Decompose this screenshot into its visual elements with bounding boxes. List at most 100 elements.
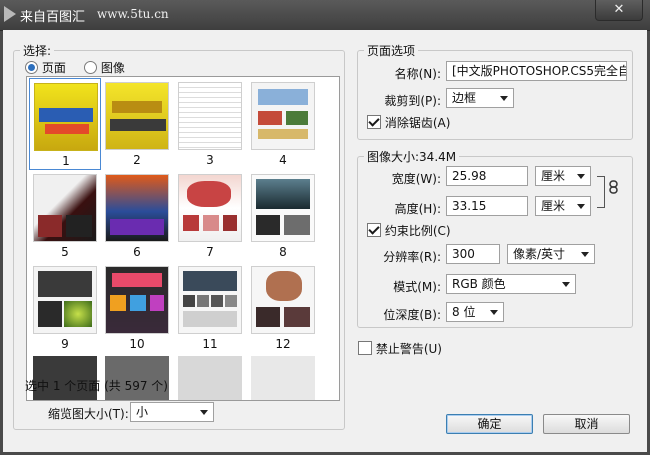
chevron-down-icon xyxy=(577,174,585,179)
image-size-legend: 图像大小:34.4M xyxy=(367,150,457,164)
thumbnail-number: 7 xyxy=(206,245,214,259)
page-options-legend: 页面选项 xyxy=(367,44,416,58)
thumbnail-grid[interactable]: 1 2 3 4 5 6 7 8 9 10 11 12 xyxy=(26,76,340,401)
page-thumbnail-image xyxy=(178,82,242,150)
thumbnail-number: 3 xyxy=(206,153,214,167)
mode-label: 模式(M): xyxy=(393,280,441,294)
suppress-warnings-check-indicator[interactable] xyxy=(358,341,372,355)
page-thumbnail-image xyxy=(105,82,169,150)
chevron-down-icon xyxy=(500,96,508,101)
thumbnail-page-1[interactable]: 1 xyxy=(29,78,101,170)
thumbnail-partial xyxy=(178,356,242,400)
app-icon xyxy=(4,6,16,22)
thumbnail-page-8[interactable]: 8 xyxy=(247,170,319,262)
thumbnail-partial xyxy=(251,356,315,400)
thumbnail-page-9[interactable]: 9 xyxy=(29,262,101,354)
thumbnail-number: 5 xyxy=(61,245,69,259)
page-thumbnail-image xyxy=(178,266,242,334)
suppress-warnings-checkbox[interactable]: 禁止警告(U) xyxy=(358,340,442,357)
page-thumbnail-image xyxy=(251,266,315,334)
height-unit-select[interactable]: 厘米 xyxy=(535,196,591,216)
chevron-down-icon xyxy=(200,410,208,415)
name-field[interactable]: [中文版PHOTOSHOP.CS5完全自学 xyxy=(446,61,627,81)
watermark-text: www.5tu.cn xyxy=(97,7,169,21)
cancel-button[interactable]: 取消 xyxy=(543,414,630,434)
crop-value: 边框 xyxy=(452,91,477,105)
thumbnail-number: 11 xyxy=(202,337,218,351)
height-field[interactable]: 33.15 xyxy=(446,196,528,216)
constrain-check-indicator[interactable] xyxy=(367,223,381,237)
close-button[interactable]: ✕ xyxy=(595,0,643,21)
depth-value: 8 位 xyxy=(452,305,476,319)
resolution-unit-value: 像素/英寸 xyxy=(513,247,566,261)
link-bracket xyxy=(597,176,605,208)
resolution-field[interactable]: 300 xyxy=(446,244,500,264)
chevron-down-icon xyxy=(577,204,585,209)
resolution-label: 分辨率(R): xyxy=(383,250,441,264)
window-title: 来自百图汇 xyxy=(20,10,86,25)
dialog-body: 选择: 页面 图像 1 2 3 4 5 6 7 8 9 10 11 12 选中 … xyxy=(3,30,647,452)
constrain-checkbox[interactable]: 约束比例(C) xyxy=(367,222,451,239)
thumbnail-page-5[interactable]: 5 xyxy=(29,170,101,262)
depth-label: 位深度(B): xyxy=(383,308,441,322)
radio-pages-indicator[interactable] xyxy=(25,61,38,74)
antialias-check-indicator[interactable] xyxy=(367,115,381,129)
thumbnail-number: 10 xyxy=(129,337,145,351)
radio-images-indicator[interactable] xyxy=(84,61,97,74)
thumbnail-number: 9 xyxy=(61,337,69,351)
thumbnail-page-10[interactable]: 10 xyxy=(101,262,173,354)
width-field[interactable]: 25.98 xyxy=(446,166,528,186)
chain-link-icon xyxy=(609,180,618,194)
mode-select[interactable]: RGB 颜色 xyxy=(446,274,576,294)
width-label: 宽度(W): xyxy=(391,172,441,186)
thumb-size-value: 小 xyxy=(136,405,149,419)
thumbnail-number: 4 xyxy=(279,153,287,167)
radio-images-label: 图像 xyxy=(100,61,125,75)
page-thumbnail-image xyxy=(251,174,315,242)
thumbnail-page-6[interactable]: 6 xyxy=(101,170,173,262)
thumbnail-number: 8 xyxy=(279,245,287,259)
depth-select[interactable]: 8 位 xyxy=(446,302,504,322)
height-unit-value: 厘米 xyxy=(541,199,566,213)
page-thumbnail-image xyxy=(34,83,98,151)
antialias-label: 消除锯齿(A) xyxy=(384,116,451,130)
chevron-down-icon xyxy=(562,282,570,287)
thumbnail-number: 12 xyxy=(275,337,291,351)
antialias-checkbox[interactable]: 消除锯齿(A) xyxy=(367,114,450,131)
radio-images[interactable]: 图像 xyxy=(84,59,125,76)
thumbnail-page-4[interactable]: 4 xyxy=(247,78,319,170)
page-thumbnail-image xyxy=(178,174,242,242)
page-thumbnail-image xyxy=(251,82,315,150)
title-bar: 来自百图汇 www.5tu.cn ✕ xyxy=(0,0,650,31)
name-label: 名称(N): xyxy=(394,67,441,81)
page-thumbnail-image xyxy=(33,174,97,242)
page-thumbnail-image xyxy=(105,174,169,242)
thumb-size-select[interactable]: 小 xyxy=(130,402,214,422)
page-thumbnail-image xyxy=(33,266,97,334)
thumbnail-page-11[interactable]: 11 xyxy=(174,262,246,354)
select-legend: 选择: xyxy=(23,44,52,58)
chevron-down-icon xyxy=(581,252,589,257)
ok-button[interactable]: 确定 xyxy=(446,414,533,434)
thumbnail-number: 2 xyxy=(133,153,141,167)
thumbnail-page-3[interactable]: 3 xyxy=(174,78,246,170)
width-unit-select[interactable]: 厘米 xyxy=(535,166,591,186)
constrain-label: 约束比例(C) xyxy=(384,224,451,238)
thumb-size-label: 缩览图大小(T): xyxy=(48,407,129,421)
thumbnail-page-2[interactable]: 2 xyxy=(101,78,173,170)
radio-pages-label: 页面 xyxy=(41,61,66,75)
chevron-down-icon xyxy=(490,310,498,315)
thumbnail-number: 6 xyxy=(133,245,141,259)
thumbnail-page-7[interactable]: 7 xyxy=(174,170,246,262)
page-thumbnail-image xyxy=(105,266,169,334)
crop-label: 裁剪到(P): xyxy=(384,94,441,108)
mode-value: RGB 颜色 xyxy=(452,277,506,291)
radio-pages[interactable]: 页面 xyxy=(25,59,66,76)
thumbnail-page-12[interactable]: 12 xyxy=(247,262,319,354)
suppress-warnings-label: 禁止警告(U) xyxy=(375,342,442,356)
close-icon: ✕ xyxy=(613,2,625,17)
resolution-unit-select[interactable]: 像素/英寸 xyxy=(507,244,595,264)
crop-select[interactable]: 边框 xyxy=(446,88,514,108)
selection-status: 选中 1 个页面 (共 597 个) xyxy=(25,379,168,393)
thumbnail-number: 1 xyxy=(62,154,70,168)
